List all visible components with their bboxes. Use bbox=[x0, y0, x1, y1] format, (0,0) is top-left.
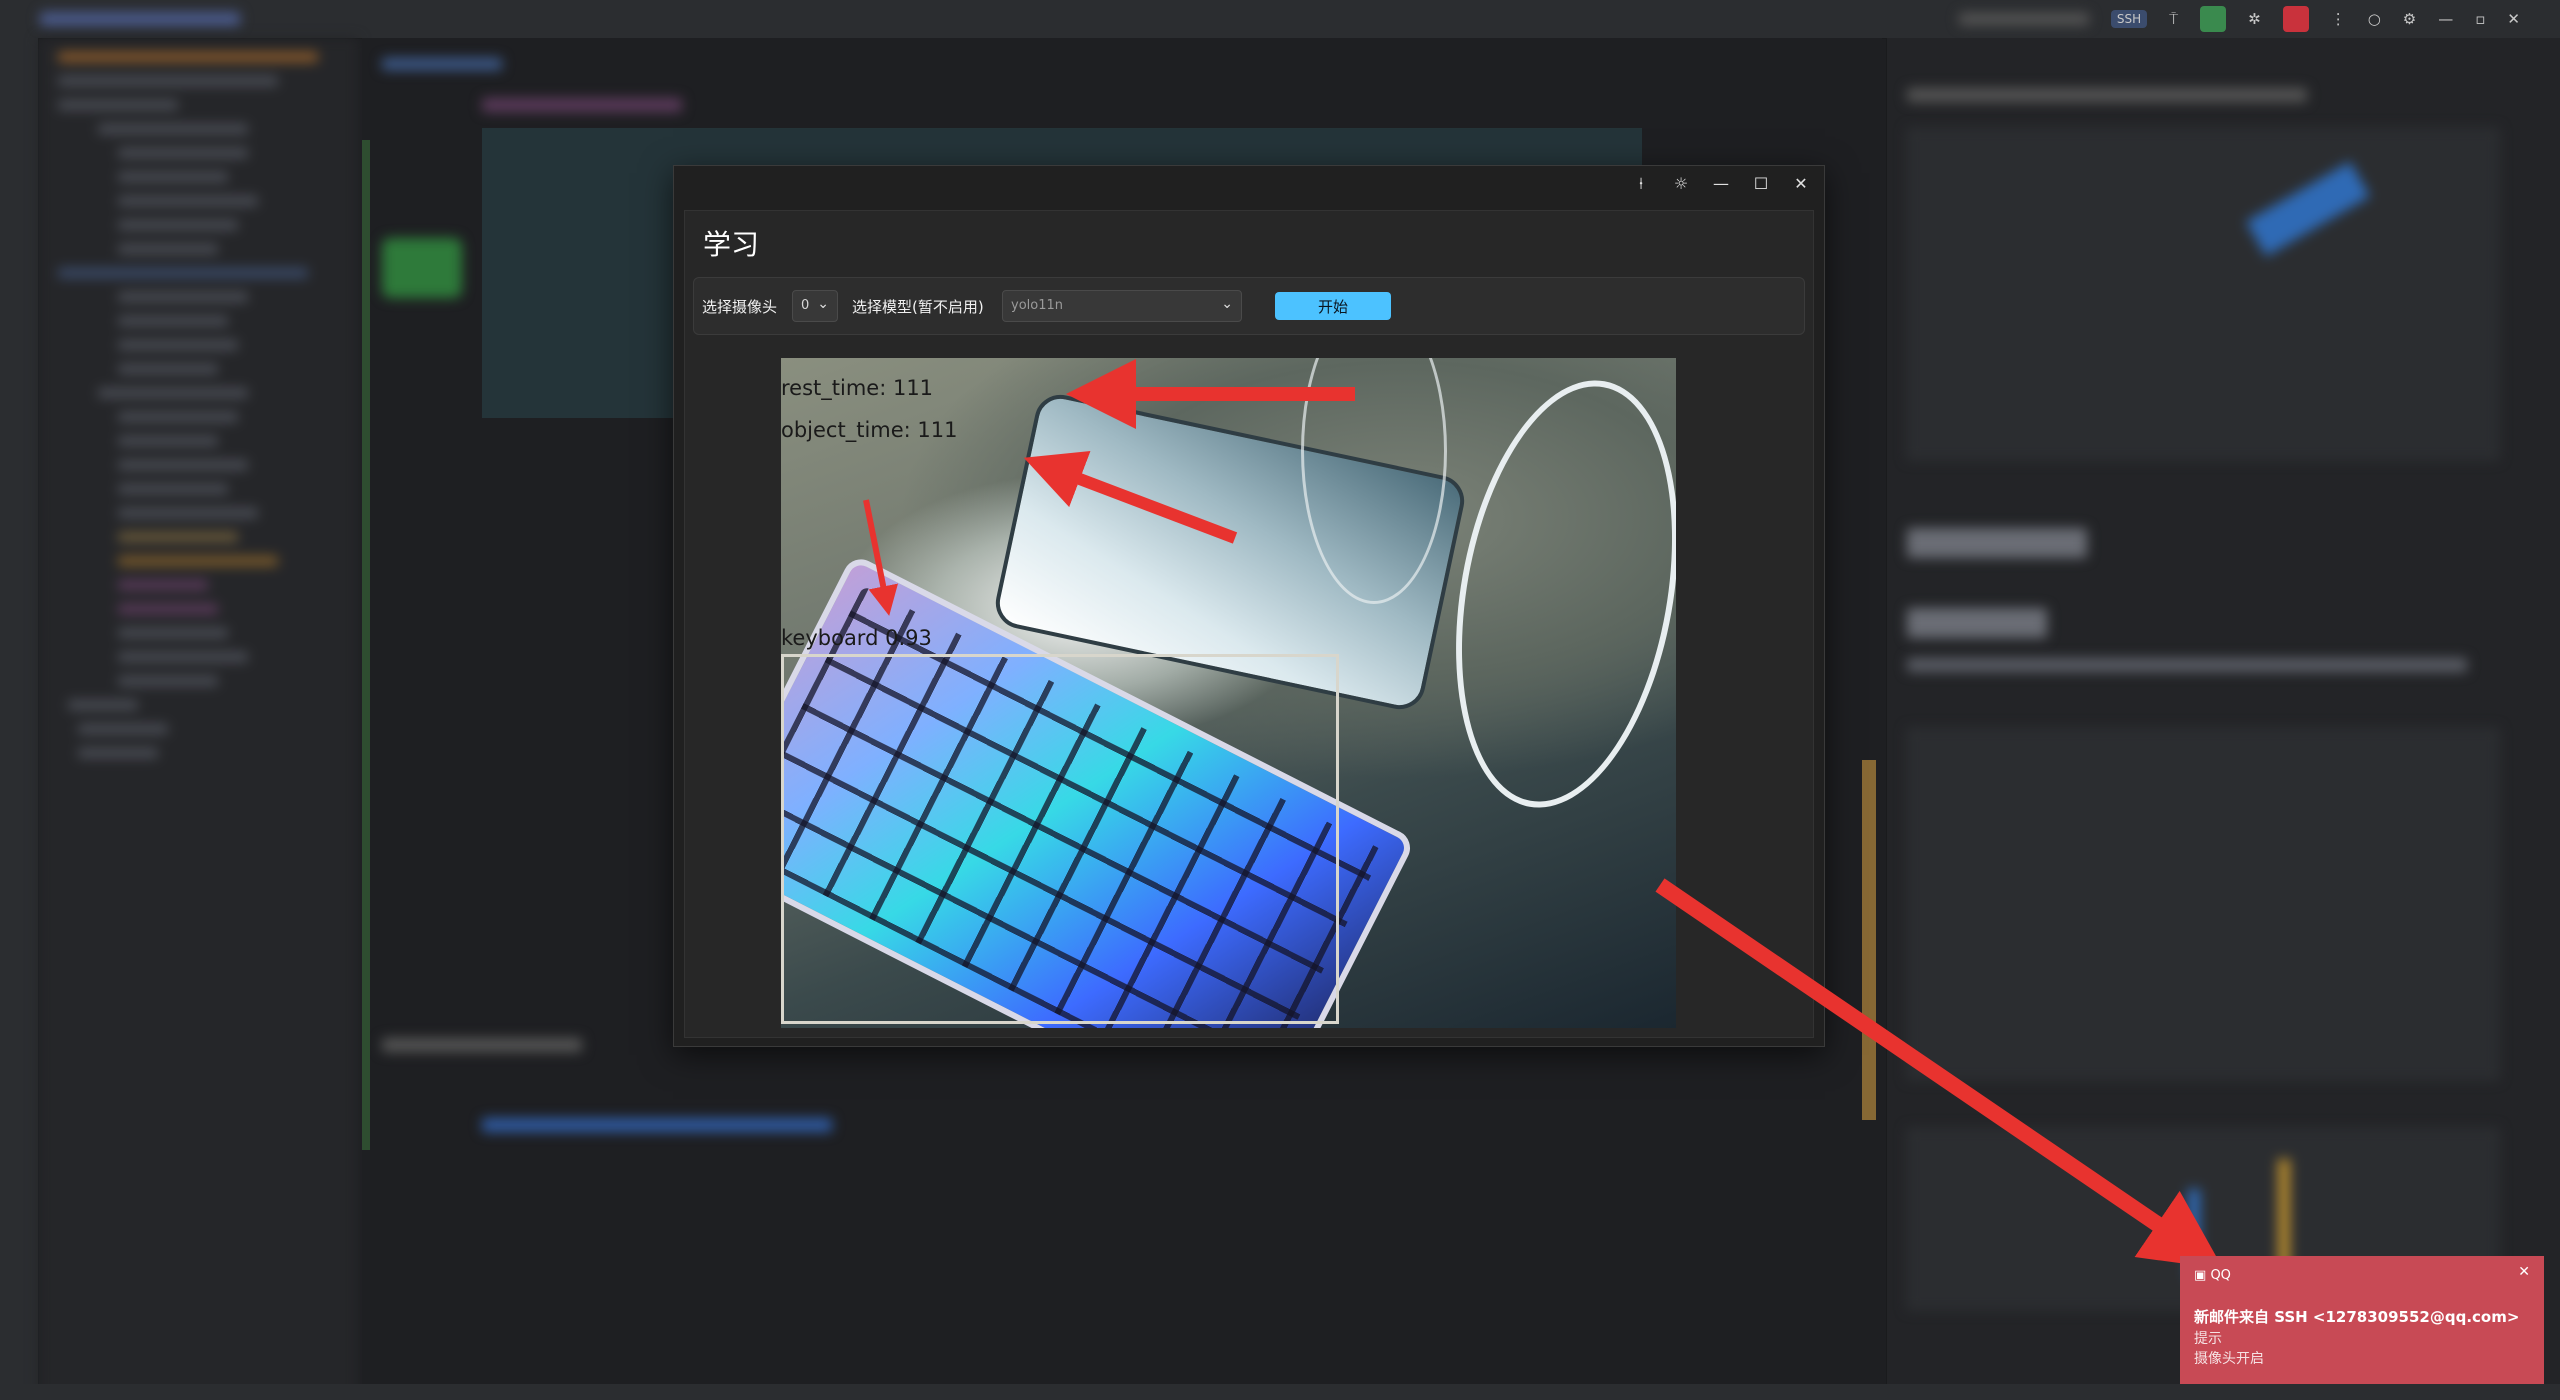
arrow-object-time bbox=[1023, 451, 1238, 544]
notification-toast[interactable]: ▣ QQ ✕ 新邮件来自 SSH <1278309552@qq.com> 提示 … bbox=[2180, 1256, 2544, 1386]
notification-app: ▣ QQ bbox=[2194, 1268, 2231, 1283]
arrow-detection bbox=[863, 499, 899, 616]
notification-subject: 新邮件来自 SSH <1278309552@qq.com> bbox=[2194, 1308, 2520, 1326]
annotation-arrows bbox=[863, 359, 2224, 1270]
ide-status-bar bbox=[0, 1384, 2560, 1400]
notification-line-1: 提示 bbox=[2194, 1331, 2222, 1347]
qq-icon: ▣ bbox=[2194, 1268, 2207, 1283]
notification-line-2: 摄像头开启 bbox=[2194, 1351, 2264, 1367]
arrow-notification bbox=[1655, 878, 2224, 1270]
notification-close-button[interactable]: ✕ bbox=[2518, 1264, 2530, 1280]
